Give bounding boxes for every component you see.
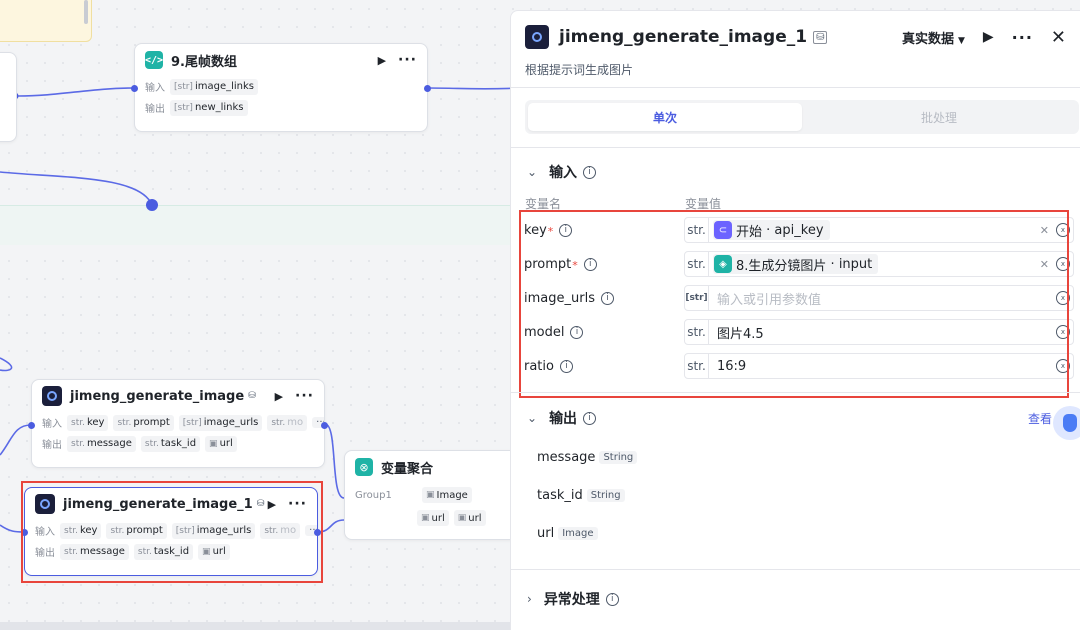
jimeng-logo-icon <box>525 25 549 49</box>
more-icon[interactable]: ··· <box>398 52 417 68</box>
run-mode-tabs: 单次 批处理 <box>525 100 1079 134</box>
node-variable-aggregator[interactable]: ⊗ 变量聚合 Group1 ▣ Image ▣ url ▣ url <box>344 450 524 540</box>
assistant-float-button[interactable] <box>1053 406 1080 440</box>
edge-left-to-tail <box>17 87 136 97</box>
plugin-icon: ⛁ <box>248 391 256 401</box>
info-icon: i <box>605 592 619 606</box>
chevron-right-icon: › <box>527 592 532 606</box>
input-chip: str. prompt <box>113 414 174 431</box>
input-chip: [str] image_urls <box>178 414 263 431</box>
output-chip: ▣ url <box>205 435 237 452</box>
input-chip: [str] image_links <box>170 78 258 95</box>
chevron-down-icon: ⌄ <box>527 411 538 425</box>
input-port[interactable] <box>131 85 138 92</box>
output-name: url <box>537 526 555 541</box>
node-tail-frame-array[interactable]: </> 9.尾帧数组 ▶ ··· 输入 [str] image_links 输出 … <box>131 43 431 132</box>
panel-description: 根据提示词生成图片 <box>525 63 634 77</box>
edge-tail-out <box>427 87 520 90</box>
output-section-header[interactable]: ⌄ 输出 i <box>527 408 597 428</box>
aggregate-chip: ▣ url <box>417 510 449 526</box>
input-label: 输入 <box>42 419 62 430</box>
error-handling-section-header[interactable]: › 异常处理 i <box>527 589 619 609</box>
edge-gen-to-agg <box>324 423 345 499</box>
node-title: 变量聚合 <box>381 461 434 477</box>
edge-left-gen <box>0 357 13 372</box>
output-label: 输出 <box>42 440 62 451</box>
more-icon[interactable]: ··· <box>1012 28 1033 47</box>
more-icon[interactable]: ··· <box>295 388 314 404</box>
input-label: 输入 <box>145 83 165 94</box>
data-mode-dropdown[interactable]: 真实数据 ▼ <box>902 28 965 47</box>
node-config-panel: jimeng_generate_image_1 ⛁ 真实数据 ▼ ▶ ··· ✕ … <box>510 10 1080 630</box>
selection-highlight-params <box>519 210 1069 398</box>
divider <box>511 147 1080 148</box>
output-row: url Image <box>537 526 598 541</box>
output-type-badge: String <box>586 489 625 502</box>
output-chip: str. message <box>67 435 136 452</box>
divider <box>511 569 1080 570</box>
input-chip: str. key <box>67 414 109 431</box>
output-name: task_id <box>537 488 583 503</box>
run-node-icon[interactable]: ▶ <box>275 390 283 403</box>
output-type-badge: String <box>599 451 638 464</box>
output-label: 输出 <box>145 104 165 115</box>
divider <box>511 392 1080 393</box>
selection-highlight-node <box>21 481 323 583</box>
edge-into-gen <box>0 424 32 456</box>
input-chip: str. mo <box>267 414 308 431</box>
node-title: jimeng_generate_image <box>70 388 245 404</box>
panel-title[interactable]: jimeng_generate_image_1 <box>559 27 807 47</box>
output-row: task_id String <box>537 488 625 503</box>
node-partial-left[interactable] <box>0 52 17 142</box>
close-icon[interactable]: ✕ <box>1051 27 1066 48</box>
aggregate-chip: ▣ url <box>453 510 486 526</box>
caret-down-icon: ▼ <box>957 35 965 46</box>
chevron-down-icon: ⌄ <box>527 165 538 179</box>
output-type-badge: Image <box>558 527 598 540</box>
view-link[interactable]: 查看 <box>1028 410 1052 427</box>
info-icon: i <box>583 411 597 425</box>
output-chip: str. task_id <box>140 435 201 452</box>
aggregate-icon: ⊗ <box>355 458 373 476</box>
output-port[interactable] <box>321 422 328 429</box>
aggregate-chip: ▣ Image <box>422 487 472 503</box>
node-jimeng-generate-image[interactable]: jimeng_generate_image ⛁ ▶ ··· 输入 str. key… <box>28 379 328 468</box>
edge-loop-curve <box>0 171 153 206</box>
input-section-header[interactable]: ⌄ 输入 i <box>527 162 597 182</box>
run-icon[interactable]: ▶ <box>983 29 994 45</box>
node-title: 9.尾帧数组 <box>171 54 237 70</box>
run-node-icon[interactable]: ▶ <box>378 54 386 67</box>
input-port[interactable] <box>28 422 35 429</box>
divider <box>511 87 1080 88</box>
jimeng-logo-icon <box>42 386 62 406</box>
tab-single[interactable]: 单次 <box>528 103 802 131</box>
group-label: Group1 <box>355 489 392 501</box>
output-name: message <box>537 450 596 465</box>
output-port[interactable] <box>424 85 431 92</box>
output-chip: [str] new_links <box>170 99 248 116</box>
code-icon: </> <box>145 51 163 69</box>
info-icon: i <box>583 165 597 179</box>
plugin-icon: ⛁ <box>813 30 828 44</box>
loop-handle <box>146 199 158 211</box>
tab-batch[interactable]: 批处理 <box>802 103 1076 131</box>
output-row: message String <box>537 450 638 465</box>
